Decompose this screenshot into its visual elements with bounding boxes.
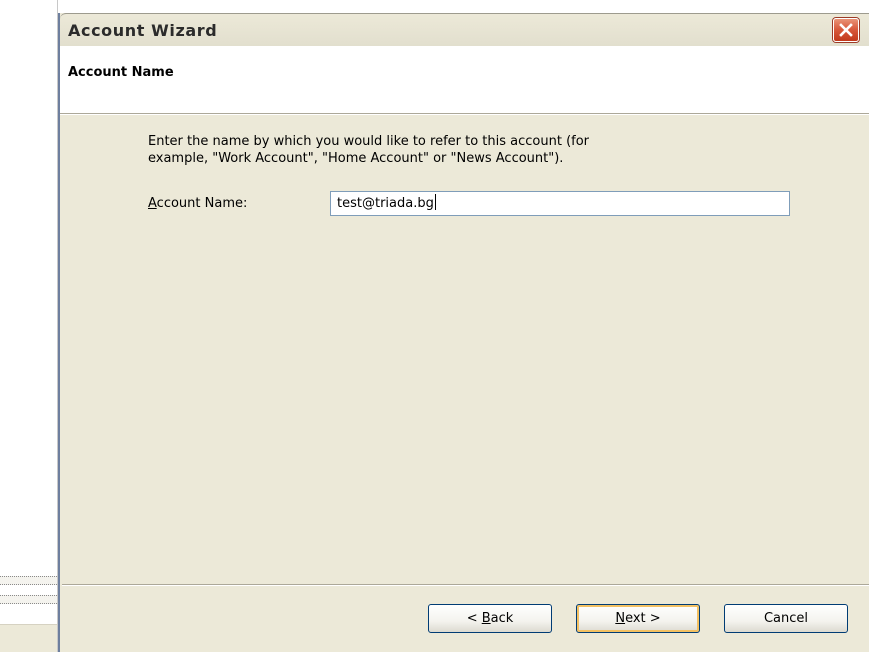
wizard-content: Enter the name by which you would like t… [60, 114, 869, 585]
close-icon [839, 23, 853, 37]
background-window-row [0, 576, 57, 585]
wizard-header: Account Name [60, 46, 869, 114]
background-window-row [0, 595, 57, 604]
text-cursor [434, 194, 436, 210]
label-mnemonic: A [148, 196, 157, 211]
next-button-mnemonic: N [615, 611, 626, 626]
back-button-label: ack [490, 611, 514, 626]
page-title: Account Name [68, 65, 174, 80]
back-button-mnemonic: B [481, 611, 491, 626]
description-line: Enter the name by which you would like t… [148, 134, 590, 149]
screen: Account Wizard Account Name Enter the na… [0, 0, 869, 652]
next-button-label: ext > [625, 611, 661, 626]
cancel-button[interactable]: Cancel [724, 604, 848, 633]
description-text: Enter the name by which you would like t… [148, 133, 788, 167]
background-window-status-bar [0, 624, 57, 652]
label-text: ccount Name: [156, 196, 248, 211]
title-bar[interactable]: Account Wizard [60, 13, 869, 46]
window-title: Account Wizard [68, 21, 218, 40]
back-button[interactable]: < Back [428, 604, 552, 633]
description-line: example, "Work Account", "Home Account" … [148, 151, 564, 166]
account-name-input[interactable]: test@triada.bg [330, 191, 790, 216]
account-wizard-dialog: Account Wizard Account Name Enter the na… [58, 13, 869, 652]
close-button[interactable] [833, 18, 859, 42]
back-button-prefix: < [466, 611, 482, 626]
account-name-value: test@triada.bg [337, 196, 434, 211]
next-button[interactable]: Next > [576, 604, 700, 633]
account-name-label: Account Name: [148, 196, 247, 211]
button-separator [62, 584, 869, 586]
